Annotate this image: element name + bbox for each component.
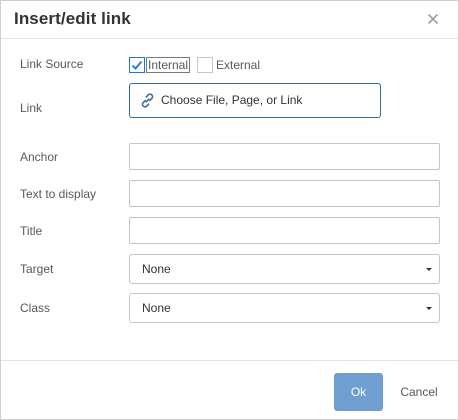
dialog-header: Insert/edit link (1, 1, 458, 39)
target-label: Target (20, 262, 54, 276)
anchor-input[interactable] (129, 143, 440, 170)
text-to-display-label: Text to display (20, 187, 97, 201)
class-select-value: None (142, 301, 171, 315)
link-icon (139, 92, 156, 114)
anchor-label: Anchor (20, 150, 59, 164)
title-input[interactable] (129, 217, 440, 244)
title-label: Title (20, 224, 43, 238)
internal-option-label[interactable]: Internal (145, 57, 191, 73)
external-checkbox[interactable] (197, 57, 213, 73)
choose-link-button-label: Choose File, Page, or Link (161, 93, 303, 107)
ok-button[interactable]: Ok (334, 373, 383, 411)
link-source-label: Link Source (20, 57, 84, 71)
text-to-display-input[interactable] (129, 180, 440, 207)
class-select[interactable]: None (129, 293, 440, 323)
caret-down-icon (426, 307, 432, 310)
dialog-title: Insert/edit link (14, 9, 131, 28)
close-icon[interactable] (424, 10, 442, 28)
external-option-label[interactable]: External (216, 58, 260, 72)
choose-link-button[interactable]: Choose File, Page, or Link (129, 83, 381, 118)
class-label: Class (20, 301, 51, 315)
target-select-value: None (142, 262, 171, 276)
caret-down-icon (426, 268, 432, 271)
target-select[interactable]: None (129, 254, 440, 284)
cancel-button[interactable]: Cancel (391, 373, 447, 411)
check-icon (131, 60, 143, 70)
internal-checkbox[interactable] (129, 57, 145, 73)
insert-edit-link-dialog: Insert/edit link Link Source Internal Ex… (0, 0, 459, 420)
dialog-footer: Ok Cancel (1, 360, 458, 419)
link-label: Link (20, 101, 43, 115)
